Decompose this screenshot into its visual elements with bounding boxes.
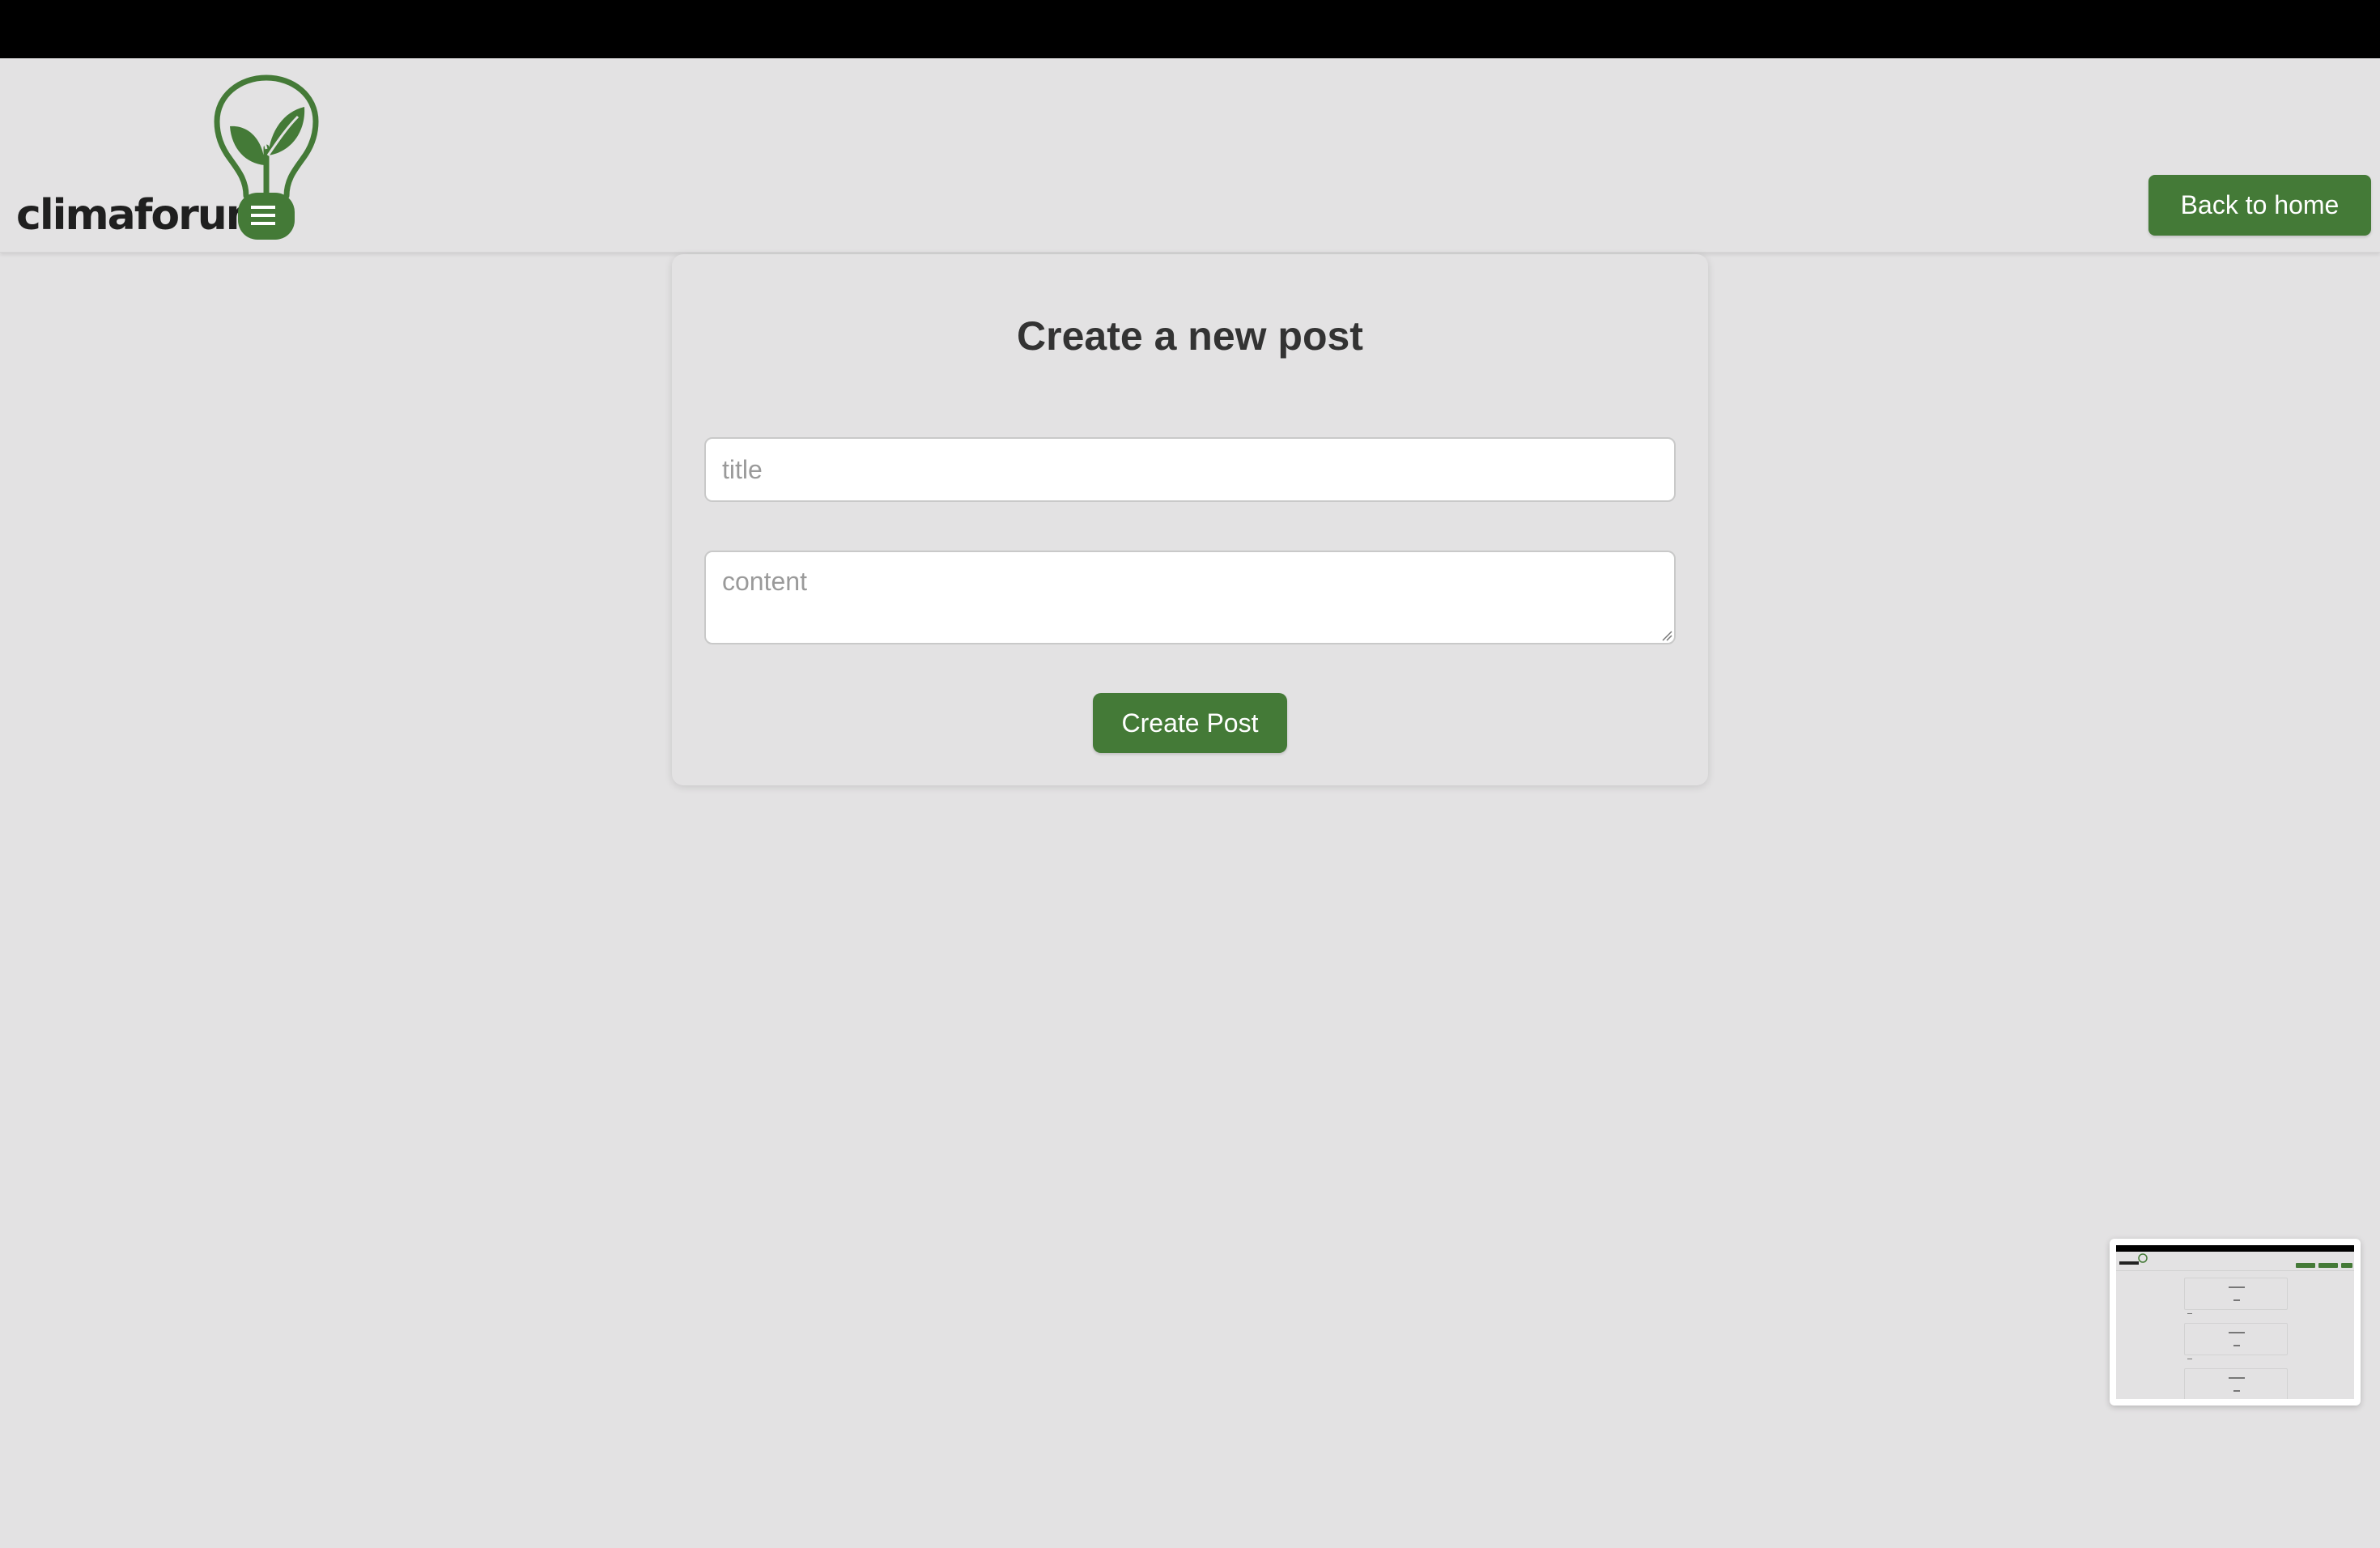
thumbnail-logo-icon bbox=[2119, 1253, 2148, 1265]
thumbnail-text-line bbox=[2233, 1390, 2240, 1392]
back-to-home-button[interactable]: Back to home bbox=[2148, 175, 2371, 236]
page-preview-thumbnail[interactable] bbox=[2110, 1239, 2361, 1406]
thumbnail-text-line bbox=[2229, 1377, 2245, 1379]
thumbnail-text-line bbox=[2229, 1286, 2245, 1288]
thumbnail-button bbox=[2341, 1263, 2352, 1268]
resize-grip-icon[interactable] bbox=[1661, 630, 1672, 641]
post-title-input[interactable] bbox=[704, 437, 1676, 502]
thumbnail-text-line bbox=[2229, 1332, 2245, 1333]
thumbnail-post-card bbox=[2184, 1368, 2288, 1399]
post-content-textarea[interactable] bbox=[704, 551, 1676, 644]
create-post-button[interactable]: Create Post bbox=[1093, 693, 1287, 753]
thumbnail-post-card bbox=[2184, 1323, 2288, 1355]
site-header: climaforum Back to home bbox=[0, 58, 2380, 253]
thumbnail-text-line bbox=[2233, 1345, 2240, 1346]
page-title: Create a new post bbox=[1017, 313, 1363, 359]
thumbnail-button bbox=[2296, 1263, 2315, 1268]
create-post-card: Create a new post Create Post bbox=[672, 254, 1708, 785]
climaforum-logo[interactable]: climaforum bbox=[16, 74, 319, 240]
thumbnail-text-line bbox=[2187, 1313, 2192, 1314]
thumbnail-content bbox=[2116, 1245, 2354, 1399]
window-top-bar bbox=[0, 0, 2380, 58]
thumbnail-top-bar bbox=[2116, 1245, 2354, 1252]
thumbnail-text-line bbox=[2233, 1299, 2240, 1301]
lightbulb-leaf-logo-icon bbox=[214, 74, 319, 240]
thumbnail-post-card bbox=[2184, 1278, 2288, 1310]
thumbnail-header bbox=[2116, 1252, 2354, 1271]
thumbnail-button bbox=[2318, 1263, 2338, 1268]
